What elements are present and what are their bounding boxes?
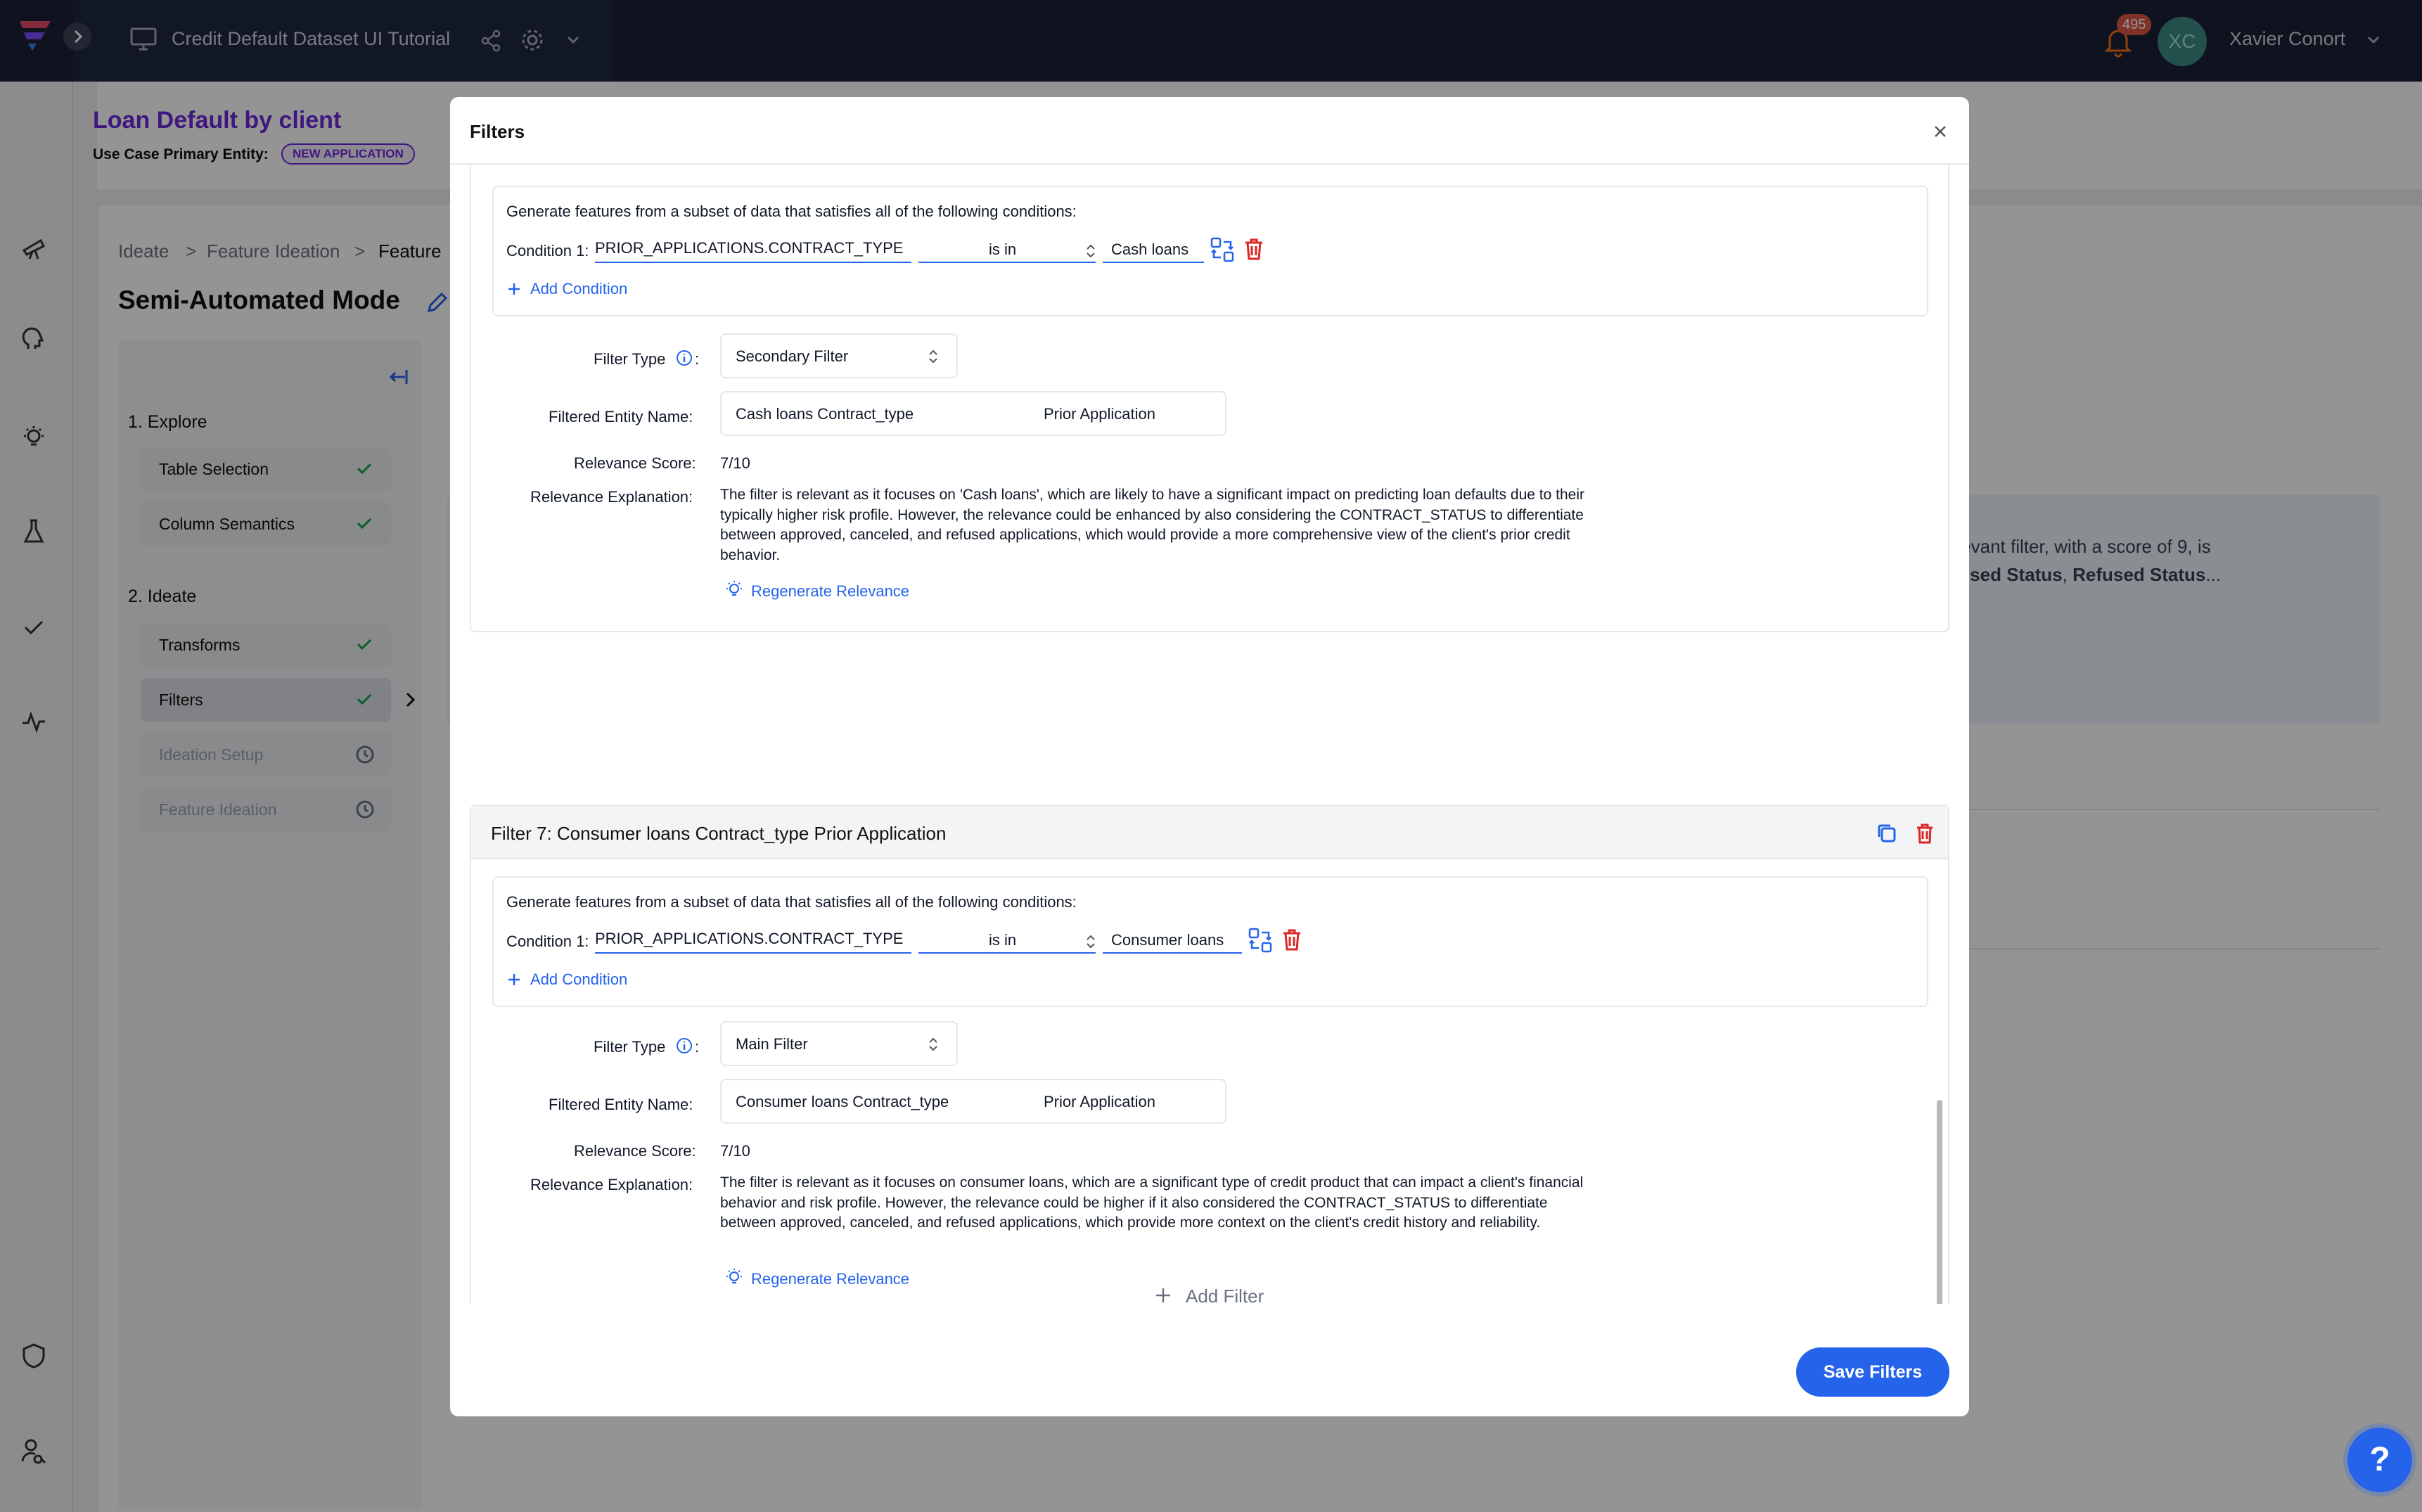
info-icon[interactable] bbox=[675, 349, 693, 367]
swap-icon[interactable] bbox=[1248, 927, 1273, 954]
add-condition-label: Add Condition bbox=[530, 280, 628, 297]
updown-chevron-icon bbox=[1087, 935, 1095, 949]
filters-modal: Filters Generate features from a subset … bbox=[450, 97, 1969, 1416]
conditions-intro: Generate features from a subset of data … bbox=[506, 893, 1077, 911]
filtered-entity-input[interactable]: Consumer loans Contract_type Prior Appli… bbox=[720, 1079, 1226, 1124]
updown-chevron-icon bbox=[929, 350, 937, 364]
condition-value-input[interactable]: Consumer loans bbox=[1111, 931, 1224, 949]
modal-header: Filters bbox=[450, 97, 1969, 165]
regenerate-relevance-button[interactable]: Regenerate Relevance bbox=[724, 578, 935, 603]
filter-type-select[interactable]: Secondary Filter bbox=[720, 333, 958, 378]
condition-label: Condition 1: bbox=[506, 242, 589, 260]
trash-icon[interactable] bbox=[1280, 927, 1304, 952]
copy-icon bbox=[1878, 824, 1896, 843]
add-condition-button[interactable]: Add Condition bbox=[506, 276, 647, 301]
condition-value-input[interactable]: Cash loans bbox=[1111, 241, 1188, 259]
value-underline bbox=[1103, 262, 1204, 263]
filter-card-header: Filter 7: Consumer loans Contract_type P… bbox=[471, 806, 1948, 859]
entity-name-value: Cash loans Contract_type bbox=[736, 405, 914, 423]
info-icon[interactable] bbox=[675, 1037, 693, 1055]
updown-chevron-icon bbox=[929, 1037, 937, 1051]
lightbulb-icon bbox=[726, 1269, 742, 1283]
add-filter-label: Add Filter bbox=[1186, 1286, 1264, 1307]
relevance-explanation-text: The filter is relevant as it focuses on … bbox=[720, 1174, 1584, 1231]
filter-type-value: Main Filter bbox=[736, 1035, 808, 1053]
regenerate-relevance-button[interactable]: Regenerate Relevance bbox=[724, 1266, 935, 1291]
condition-column-select[interactable]: PRIOR_APPLICATIONS.CONTRACT_TYPE bbox=[595, 930, 903, 948]
modal-title: Filters bbox=[470, 121, 525, 142]
filter-type-label: Filter Type bbox=[594, 1038, 666, 1056]
scrollbar-thumb[interactable] bbox=[1937, 1100, 1942, 1304]
filter-type-label: Filter Type bbox=[594, 350, 666, 368]
add-condition-label: Add Condition bbox=[530, 970, 628, 988]
condition-operator-select[interactable]: is in bbox=[989, 931, 1016, 949]
column-underline bbox=[595, 262, 911, 263]
conditions-box: Generate features from a subset of data … bbox=[492, 876, 1928, 1007]
regenerate-label: Regenerate Relevance bbox=[751, 1270, 910, 1288]
filtered-entity-label: Filtered Entity Name: bbox=[549, 1096, 693, 1113]
duplicate-filter-button[interactable] bbox=[1875, 821, 1899, 845]
relevance-score-value: 7/10 bbox=[720, 1142, 750, 1160]
filter-card: Filter 7: Consumer loans Contract_type P… bbox=[470, 805, 1949, 1304]
plus-icon bbox=[508, 283, 520, 295]
entity-suffix: Prior Application bbox=[1044, 405, 1155, 423]
conditions-intro: Generate features from a subset of data … bbox=[506, 203, 1077, 220]
save-filters-button[interactable]: Save Filters bbox=[1796, 1347, 1949, 1397]
relevance-score-value: 7/10 bbox=[720, 454, 750, 472]
delete-filter-button[interactable] bbox=[1913, 821, 1937, 845]
relevance-score-label: Relevance Score: bbox=[574, 1142, 696, 1160]
operator-underline bbox=[918, 952, 1096, 954]
value-underline bbox=[1103, 952, 1242, 954]
help-button[interactable]: ? bbox=[2347, 1428, 2412, 1492]
filtered-entity-label: Filtered Entity Name: bbox=[549, 408, 693, 425]
filters-list: Generate features from a subset of data … bbox=[470, 165, 1949, 1304]
conditions-box: Generate features from a subset of data … bbox=[492, 186, 1928, 316]
column-underline bbox=[595, 952, 911, 954]
plus-icon bbox=[508, 974, 520, 985]
operator-underline bbox=[918, 262, 1096, 263]
relevance-score-label: Relevance Score: bbox=[574, 454, 696, 472]
add-condition-button[interactable]: Add Condition bbox=[506, 966, 647, 992]
close-icon bbox=[1935, 126, 1946, 137]
filter-type-value: Secondary Filter bbox=[736, 347, 849, 365]
filter-card: Generate features from a subset of data … bbox=[470, 165, 1949, 632]
colon: : bbox=[695, 350, 700, 368]
add-filter-label-group[interactable]: Add Filter bbox=[1153, 1281, 1308, 1309]
trash-icon bbox=[1917, 824, 1933, 844]
updown-chevron-icon bbox=[1087, 244, 1095, 258]
lightbulb-icon bbox=[726, 581, 742, 596]
filter-title: Filter 7: Consumer loans Contract_type P… bbox=[491, 823, 947, 844]
condition-label: Condition 1: bbox=[506, 933, 589, 950]
trash-icon[interactable] bbox=[1242, 236, 1266, 262]
plus-icon bbox=[1156, 1288, 1170, 1302]
close-button[interactable] bbox=[1930, 121, 1951, 142]
condition-column-select[interactable]: PRIOR_APPLICATIONS.CONTRACT_TYPE bbox=[595, 239, 903, 257]
regenerate-label: Regenerate Relevance bbox=[751, 582, 910, 600]
entity-suffix: Prior Application bbox=[1044, 1093, 1155, 1110]
filter-type-select[interactable]: Main Filter bbox=[720, 1021, 958, 1066]
entity-name-value: Consumer loans Contract_type bbox=[736, 1093, 949, 1110]
colon: : bbox=[695, 1038, 700, 1056]
relevance-explanation-label: Relevance Explanation: bbox=[530, 488, 693, 506]
relevance-explanation-label: Relevance Explanation: bbox=[530, 1176, 693, 1193]
swap-icon[interactable] bbox=[1210, 236, 1235, 263]
condition-operator-select[interactable]: is in bbox=[989, 241, 1016, 259]
filtered-entity-input[interactable]: Cash loans Contract_type Prior Applicati… bbox=[720, 391, 1226, 436]
relevance-explanation-text: The filter is relevant as it focuses on … bbox=[720, 487, 1585, 563]
